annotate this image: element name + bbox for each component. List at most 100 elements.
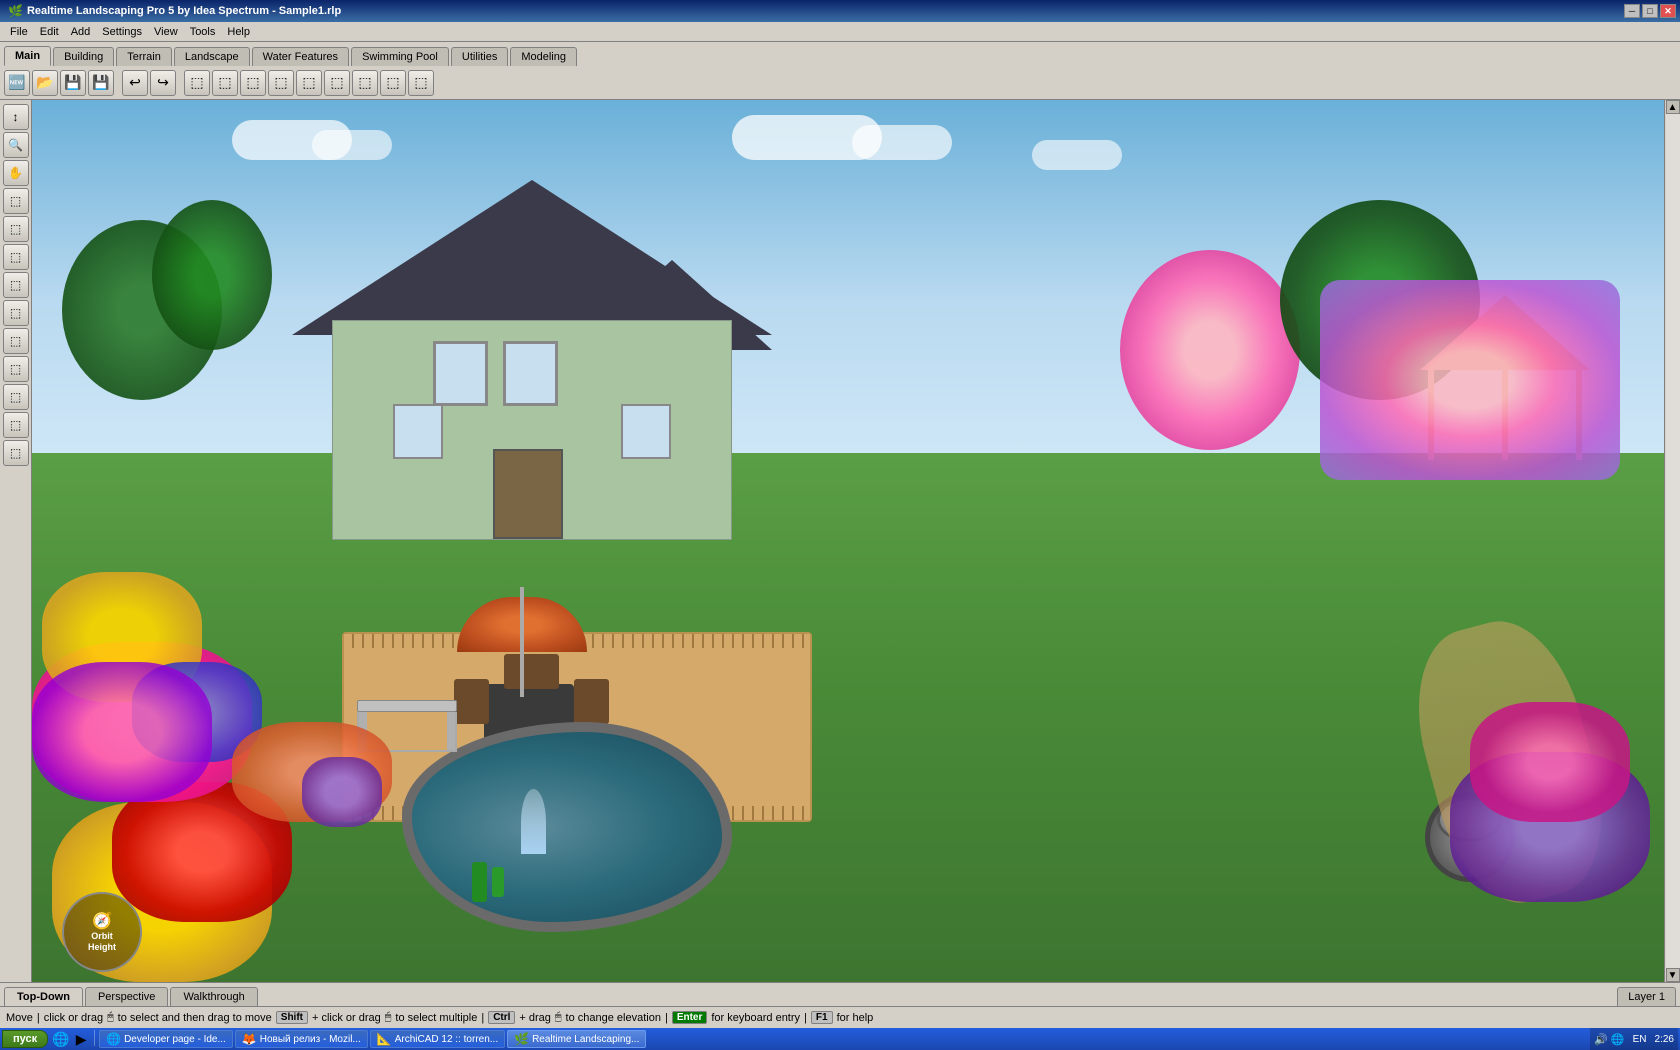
toolbar-new[interactable]: 🆕	[4, 70, 30, 96]
tab-landscape[interactable]: Landscape	[174, 47, 250, 66]
taskbar-item-3[interactable]: 📐 ArchiCAD 12 :: torren...	[370, 1030, 505, 1048]
toolbar-open[interactable]: 📂	[32, 70, 58, 96]
status-text-8: for help	[837, 1012, 874, 1024]
toolbar-tool6[interactable]: ⬚	[324, 70, 350, 96]
tree-bg-left2	[152, 200, 272, 350]
sidebar-tool2[interactable]: ⬚	[3, 216, 29, 242]
sidebar-tool4[interactable]: ⬚	[3, 272, 29, 298]
taskbar-tray: 🔊 🌐 EN 2:26	[1590, 1028, 1678, 1050]
pond-plant-1	[472, 862, 487, 902]
tab-building[interactable]: Building	[53, 47, 114, 66]
flower-bed-deck-purple	[302, 757, 382, 827]
viewport[interactable]: 🧭 Orbit Height ▲ ▼	[32, 100, 1680, 982]
umbrella-pole	[520, 587, 524, 697]
taskbar-item-1[interactable]: 🌐 Developer page - Ide...	[99, 1030, 233, 1048]
tab-water-features[interactable]: Water Features	[252, 47, 349, 66]
cloud-2	[312, 130, 392, 160]
menu-add[interactable]: Add	[65, 24, 97, 40]
vertical-scrollbar[interactable]: ▲ ▼	[1664, 100, 1680, 982]
taskbar-item-2[interactable]: 🦊 Новый релиз - Mozil...	[235, 1030, 368, 1048]
house-door	[493, 449, 563, 539]
tab-modeling[interactable]: Modeling	[510, 47, 577, 66]
tab-top-down[interactable]: Top-Down	[4, 987, 83, 1006]
quicklaunch-sep	[94, 1030, 95, 1046]
tab-utilities[interactable]: Utilities	[451, 47, 508, 66]
height-label: Height	[88, 942, 116, 953]
taskbar-item-4[interactable]: 🌿 Realtime Landscaping...	[507, 1030, 646, 1048]
status-icon-cursor3: 🖱	[555, 1011, 562, 1024]
tray-lang: EN	[1633, 1034, 1647, 1045]
status-text-3: + click or drag	[312, 1012, 381, 1024]
3d-scene: 🧭 Orbit Height ▲ ▼	[32, 100, 1680, 982]
toolbar-save[interactable]: 💾	[60, 70, 86, 96]
toolbar-tool2[interactable]: ⬚	[212, 70, 238, 96]
scrollbar-down[interactable]: ▼	[1666, 968, 1680, 982]
magenta-flowers	[32, 662, 212, 802]
cloud-5	[1032, 140, 1122, 170]
tab-terrain[interactable]: Terrain	[116, 47, 172, 66]
toolbar-redo[interactable]: ↪	[150, 70, 176, 96]
quicklaunch-ie[interactable]: 🌐	[52, 1030, 70, 1048]
maximize-button[interactable]: □	[1642, 4, 1658, 18]
toolbar-tool7[interactable]: ⬚	[352, 70, 378, 96]
toolbar-tool1[interactable]: ⬚	[184, 70, 210, 96]
tab-swimming-pool[interactable]: Swimming Pool	[351, 47, 449, 66]
status-key-enter: Enter	[672, 1011, 708, 1024]
sidebar-tool3[interactable]: ⬚	[3, 244, 29, 270]
chair-3	[504, 654, 559, 689]
tab-walkthrough[interactable]: Walkthrough	[170, 987, 257, 1006]
titlebar: 🌿 Realtime Landscaping Pro 5 by Idea Spe…	[0, 0, 1680, 22]
chair-2	[574, 679, 609, 724]
house-body	[332, 320, 732, 540]
status-text-2: to select and then drag to move	[118, 1012, 272, 1024]
house-window-1	[433, 341, 488, 406]
menu-edit[interactable]: Edit	[34, 24, 65, 40]
sidebar-tool8[interactable]: ⬚	[3, 384, 29, 410]
scrollbar-up[interactable]: ▲	[1666, 100, 1680, 114]
toolbar-tool5[interactable]: ⬚	[296, 70, 322, 96]
cherry-tree	[1120, 250, 1300, 450]
sidebar-tool10[interactable]: ⬚	[3, 440, 29, 466]
toolbar-save2[interactable]: 💾	[88, 70, 114, 96]
status-key-shift: Shift	[276, 1011, 308, 1024]
status-text-7: for keyboard entry	[711, 1012, 800, 1024]
sidebar-select[interactable]: ↕	[3, 104, 29, 130]
sidebar-tool5[interactable]: ⬚	[3, 300, 29, 326]
menu-settings[interactable]: Settings	[96, 24, 148, 40]
house-window-left	[393, 404, 443, 459]
status-sep-1: |	[37, 1012, 40, 1024]
status-text-5: + drag	[519, 1012, 551, 1024]
minimize-button[interactable]: ─	[1624, 4, 1640, 18]
cloud-4	[852, 125, 952, 160]
sidebar-tool9[interactable]: ⬚	[3, 412, 29, 438]
sidebar-tool7[interactable]: ⬚	[3, 356, 29, 382]
status-icon-cursor1: 🖱	[107, 1011, 114, 1024]
sidebar-pan[interactable]: ✋	[3, 160, 29, 186]
sidebar-zoom[interactable]: 🔍	[3, 132, 29, 158]
tab-perspective[interactable]: Perspective	[85, 987, 168, 1006]
toolbar-tool9[interactable]: ⬚	[408, 70, 434, 96]
close-button[interactable]: ✕	[1660, 4, 1676, 18]
quicklaunch-media[interactable]: ▶	[72, 1030, 90, 1048]
toolbar-tool3[interactable]: ⬚	[240, 70, 266, 96]
toolbar-undo[interactable]: ↩	[122, 70, 148, 96]
menu-view[interactable]: View	[148, 24, 184, 40]
start-button[interactable]: пуск	[2, 1030, 48, 1048]
menu-file[interactable]: File	[4, 24, 34, 40]
toolbar-tool8[interactable]: ⬚	[380, 70, 406, 96]
layer-label[interactable]: Layer 1	[1617, 987, 1676, 1006]
windows-taskbar: пуск 🌐 ▶ 🌐 Developer page - Ide... 🦊 Нов…	[0, 1028, 1680, 1050]
status-sep-4: |	[804, 1012, 807, 1024]
chair-1	[454, 679, 489, 724]
sidebar-tool1[interactable]: ⬚	[3, 188, 29, 214]
menu-tools[interactable]: Tools	[184, 24, 222, 40]
compass-widget: 🧭 Orbit Height	[62, 892, 142, 972]
tab-main[interactable]: Main	[4, 46, 51, 66]
menu-help[interactable]: Help	[221, 24, 256, 40]
pink-flowers-right-low	[1470, 702, 1630, 822]
toolbar-tool4[interactable]: ⬚	[268, 70, 294, 96]
fountain-spray	[521, 789, 546, 854]
menubar: File Edit Add Settings View Tools Help	[0, 22, 1680, 42]
house-windows-upper	[433, 341, 558, 406]
sidebar-tool6[interactable]: ⬚	[3, 328, 29, 354]
